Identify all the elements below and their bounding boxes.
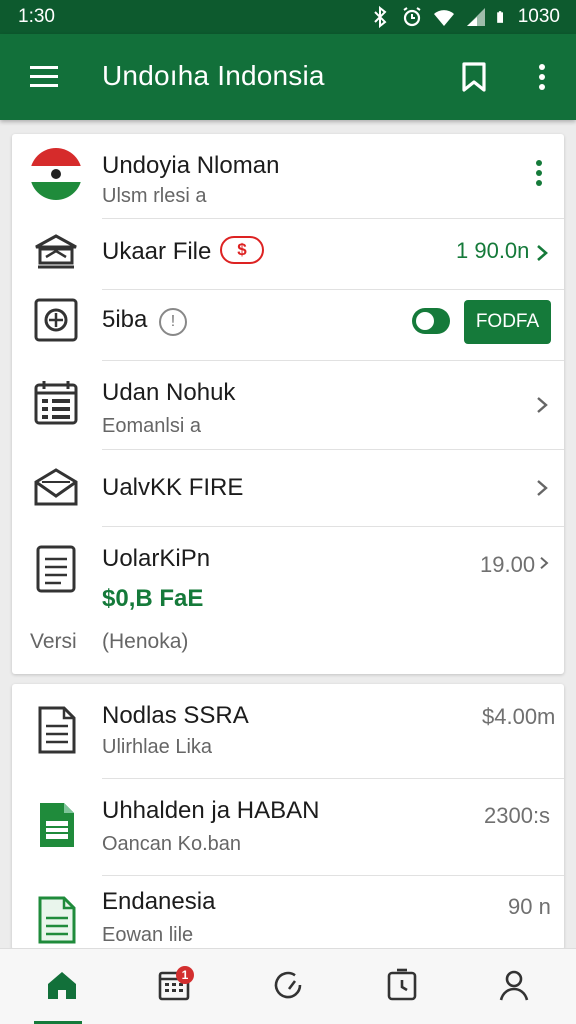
list-item-title: Nodlas SSRA [102,702,249,729]
mail-label: UalvKK FIRE [102,474,244,501]
profile-icon[interactable] [496,967,532,1003]
page-title: Undoıha Indonsia [102,60,325,91]
mail-icon [34,468,78,506]
bottom-navigation [0,948,576,1024]
app-bar: Undoıha Indonsia [0,34,576,120]
bluetooth-icon [374,5,387,29]
document-title: UolarKiPn [102,545,211,572]
file-badge: $ [220,236,264,264]
list-item[interactable]: Uhhalden ja HABAN Oancan Ko.ban 2300:s [12,779,564,875]
refresh-icon[interactable] [270,967,306,1003]
document-icon [38,706,76,754]
status-time: 1:30 [18,6,55,27]
document-icon [36,545,76,593]
bookmark-icon[interactable] [458,60,490,94]
list-item-subtitle: Eowan lile [102,924,194,946]
timer-icon[interactable] [384,967,420,1003]
document-amount: $0,B FaE [102,585,204,612]
list-item-value: 90 n [508,894,551,919]
info-icon[interactable]: ! [159,308,187,336]
safe-icon [34,298,78,342]
list-item[interactable]: Endanesia Eowan lile 90 n [12,876,564,950]
version-value: (Henoka) [102,630,189,653]
alarm-icon [403,7,421,27]
calendar-icon [34,381,78,425]
list-item-value: $4.00m [482,704,556,729]
calendar-row[interactable]: Udan Nohuk Eomanlsi a [12,361,564,449]
list-card: Nodlas SSRA Ulirhlae Lika $4.00m Uhhalde… [12,684,564,950]
main-card: Undoyia Nloman Ulsm rlesi a Ukaar File $… [12,134,564,674]
profile-row[interactable]: Undoyia Nloman Ulsm rlesi a [12,134,564,218]
chevron-right-icon [537,480,548,496]
profile-title: Undoyia Nloman [102,152,280,179]
profile-more-icon[interactable] [532,158,546,188]
profile-subtitle: Ulsm rlesi a [102,185,207,207]
divider [102,289,564,290]
list-item-value: 2300:s [484,803,551,828]
document-row[interactable]: UolarKiPn $0,B FaE 19.00 Versi (Henoka) [12,527,564,674]
calendar-subtitle: Eomanlsi a [102,415,201,437]
list-item-subtitle: Oancan Ko.ban [102,833,241,855]
sheet-icon [38,896,76,944]
mail-row[interactable]: UalvKK FIRE [12,450,564,526]
signal-icon [466,8,485,26]
more-options-icon[interactable] [528,60,556,94]
chevron-right-icon [540,557,549,569]
list-item-title: Uhhalden ja HABAN [102,797,320,824]
version-label: Versi [30,630,77,653]
list-item-subtitle: Ulirhlae Lika [102,736,213,758]
bank-icon [35,234,77,269]
spreadsheet-icon [40,803,74,847]
wifi-icon [433,10,454,26]
status-icons: 1030 [368,5,560,29]
menu-icon[interactable] [26,62,62,92]
action-button[interactable]: FODFA [464,300,551,344]
home-icon[interactable] [44,967,80,1003]
file-row[interactable]: Ukaar File $ 1 90.0n [12,219,564,289]
toggle-label: 5iba [102,306,148,333]
chevron-right-icon [537,245,548,261]
notification-badge: 1 [176,966,194,984]
status-bar: 1:30 1030 [0,0,576,34]
document-value: 19.00 [480,552,536,577]
file-label: Ukaar File [102,238,212,265]
flag-icon [30,148,82,200]
status-clock: 1030 [517,6,560,27]
calendar-title: Udan Nohuk [102,379,236,406]
chevron-right-icon [537,397,548,413]
battery-icon [496,11,503,23]
file-value: 1 90.0n [456,238,530,263]
list-item[interactable]: Nodlas SSRA Ulirhlae Lika $4.00m [12,684,564,778]
feature-toggle[interactable] [412,308,450,334]
list-item-title: Endanesia [102,888,216,915]
